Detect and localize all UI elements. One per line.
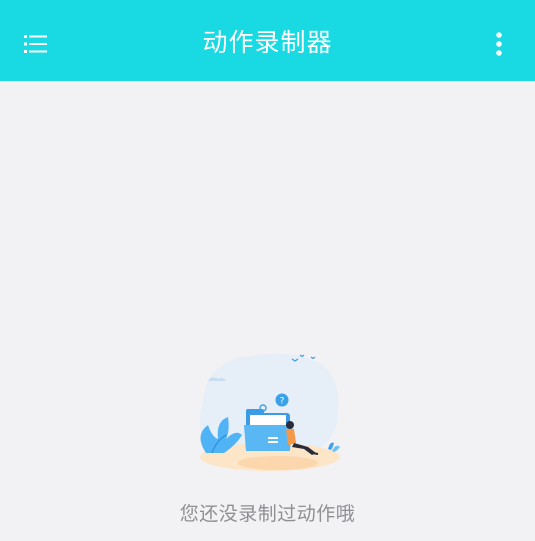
list-menu-icon (24, 35, 47, 53)
page-title: 动作录制器 (202, 27, 333, 57)
more-vertical-icon (496, 32, 502, 56)
menu-button[interactable] (16, 24, 56, 64)
empty-folder-illustration: ? (199, 354, 340, 471)
more-options-button[interactable] (479, 24, 519, 64)
empty-state-message: 您还没录制过动作哦 (179, 503, 356, 525)
app-bar: 动作录制器 (0, 0, 535, 81)
svg-text:?: ? (280, 397, 285, 407)
